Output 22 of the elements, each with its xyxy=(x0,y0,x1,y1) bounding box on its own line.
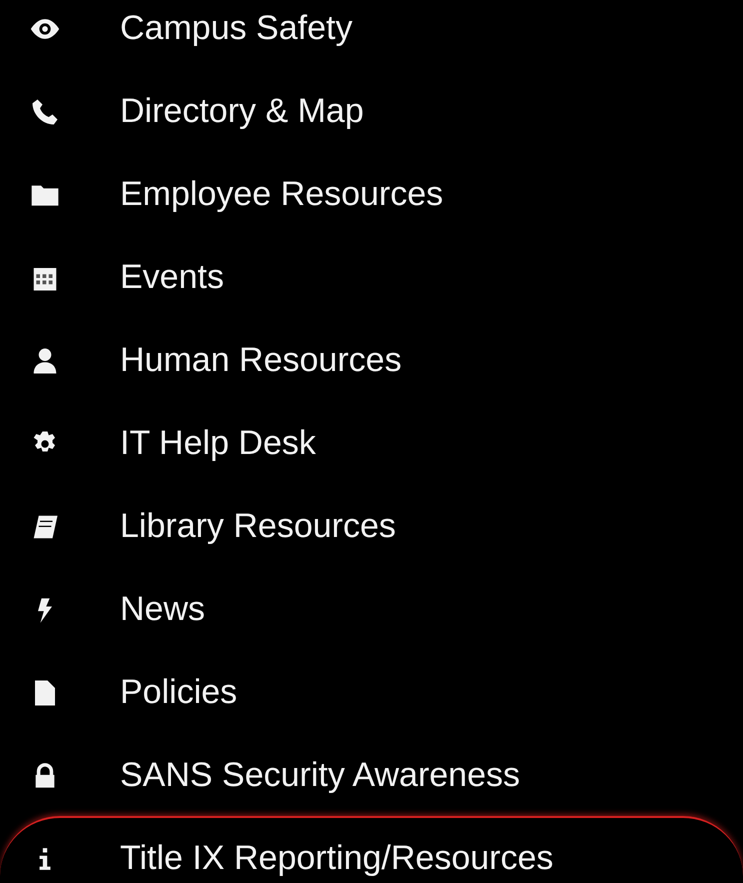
menu-label: Employee Resources xyxy=(120,174,444,215)
menu-item[interactable]: News xyxy=(0,567,743,650)
menu-label: IT Help Desk xyxy=(120,423,316,464)
menu-item[interactable]: Library Resources xyxy=(0,484,743,567)
menu-item[interactable]: Events xyxy=(0,235,743,318)
menu-label: Events xyxy=(120,257,224,298)
menu-item[interactable]: Title IX Reporting/Resources xyxy=(0,816,743,883)
menu-item[interactable]: SANS Security Awareness xyxy=(0,733,743,816)
menu-item[interactable]: Human Resources xyxy=(0,318,743,401)
menu-item[interactable]: Campus Safety xyxy=(0,0,743,69)
menu-item[interactable]: Employee Resources xyxy=(0,152,743,235)
menu-item[interactable]: Policies xyxy=(0,650,743,733)
menu-label: Title IX Reporting/Resources xyxy=(120,838,554,879)
menu-item[interactable]: Directory & Map xyxy=(0,69,743,152)
menu-label: Policies xyxy=(120,672,238,713)
menu-label: Directory & Map xyxy=(120,91,364,132)
menu-label: News xyxy=(120,589,206,630)
menu-label: Library Resources xyxy=(120,506,396,547)
menu-label: Human Resources xyxy=(120,340,402,381)
menu-item[interactable]: IT Help Desk xyxy=(0,401,743,484)
menu-label: Campus Safety xyxy=(120,8,352,49)
menu-label: SANS Security Awareness xyxy=(120,755,520,796)
